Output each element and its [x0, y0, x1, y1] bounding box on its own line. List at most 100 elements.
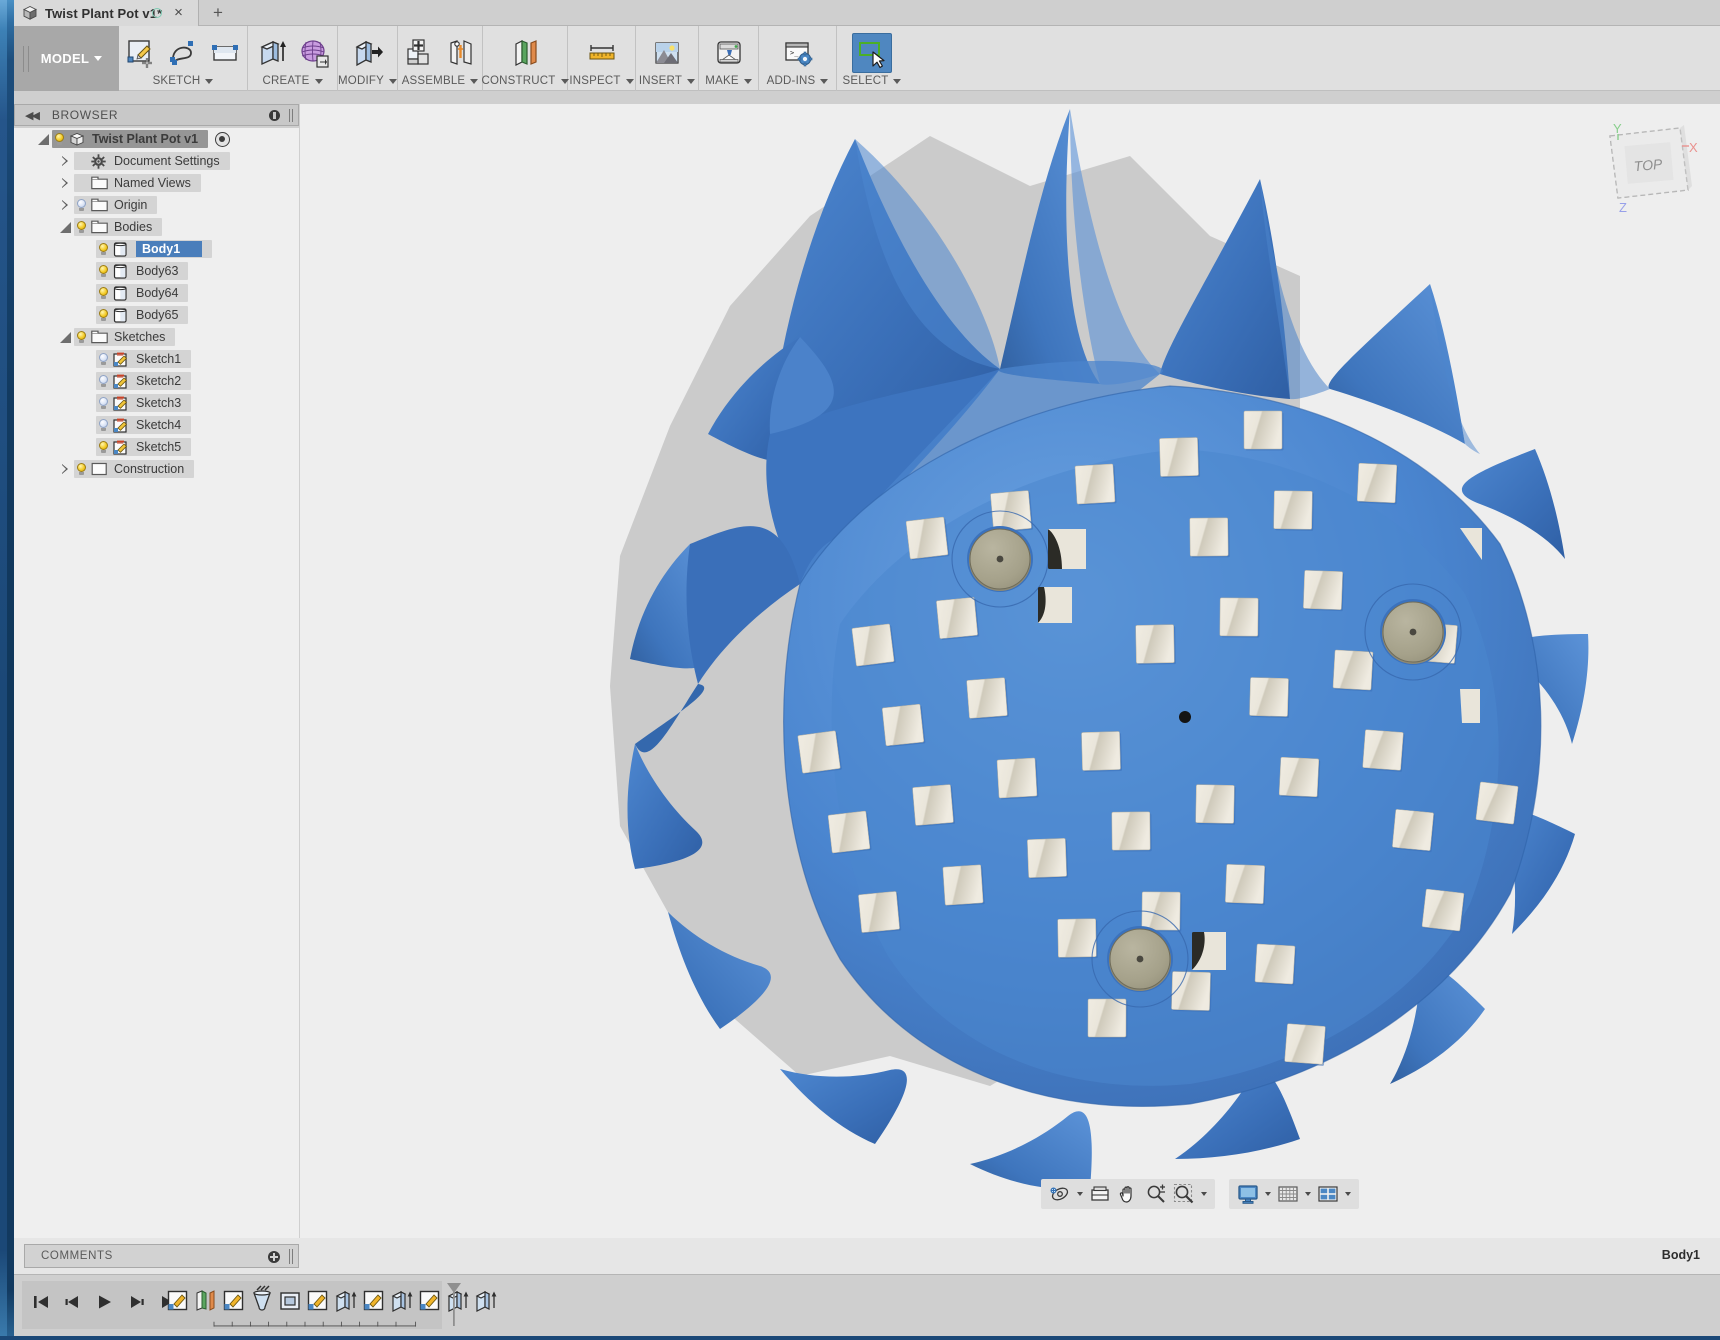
component-activate-radio[interactable] — [215, 131, 231, 147]
ribbon-group-label-modify[interactable]: MODIFY — [338, 73, 397, 89]
look-at-icon[interactable] — [1086, 1180, 1114, 1208]
panel-resize-handle[interactable] — [289, 109, 293, 122]
tree-item-sketch3[interactable]: Sketch3 — [14, 392, 299, 414]
ribbon-group-label-create[interactable]: CREATE — [263, 73, 323, 89]
sketch-feature-icon[interactable] — [166, 1289, 190, 1315]
step-back-icon[interactable] — [60, 1289, 86, 1315]
tree-item-sketch1[interactable]: Sketch1 — [14, 348, 299, 370]
sketch-feature-icon[interactable] — [306, 1289, 330, 1315]
browser-collapse-icon[interactable] — [269, 110, 280, 121]
ribbon-group-label-select[interactable]: SELECT — [843, 73, 902, 89]
chevron-down-icon[interactable] — [1201, 1192, 1207, 1196]
unsaved-indicator-icon[interactable] — [152, 8, 162, 18]
visibility-bulb-icon[interactable] — [74, 198, 89, 213]
loft-feature-icon[interactable] — [250, 1285, 274, 1315]
tree-item-twist-plant-pot-v1[interactable]: Twist Plant Pot v1 — [14, 128, 299, 150]
tree-item-chip[interactable]: Sketch5 — [96, 438, 192, 456]
new-component-icon[interactable] — [399, 33, 439, 73]
ribbon-group-label-addins[interactable]: ADD-INS — [767, 73, 829, 89]
tree-item-chip[interactable]: Bodies — [74, 218, 163, 236]
extrude-feature-icon[interactable] — [474, 1289, 498, 1315]
visibility-bulb-icon[interactable] — [96, 440, 111, 455]
visibility-bulb-icon[interactable] — [96, 418, 111, 433]
chevron-down-icon[interactable] — [1305, 1192, 1311, 1196]
tree-item-body64[interactable]: Body64 — [14, 282, 299, 304]
3d-viewport[interactable]: TOP Y X Z — [300, 104, 1720, 1238]
expand-arrow-icon[interactable] — [58, 175, 74, 191]
expand-arrow-icon[interactable] — [58, 197, 74, 213]
tree-item-chip[interactable]: Sketch3 — [96, 394, 192, 412]
create-sketch-icon[interactable] — [121, 33, 161, 73]
tree-item-chip[interactable]: Body64 — [96, 284, 189, 302]
visibility-bulb-icon[interactable] — [96, 374, 111, 389]
tree-item-origin[interactable]: Origin — [14, 194, 299, 216]
tree-item-body63[interactable]: Body63 — [14, 260, 299, 282]
grid-snaps-icon[interactable] — [1274, 1180, 1302, 1208]
expand-arrow-icon[interactable] — [58, 461, 74, 477]
visibility-bulb-icon[interactable] — [96, 308, 111, 323]
measure-icon[interactable] — [582, 33, 622, 73]
visibility-bulb-icon[interactable] — [96, 264, 111, 279]
close-tab-icon[interactable]: × — [171, 5, 186, 20]
plus-circle-icon[interactable] — [268, 1251, 280, 1263]
tree-item-chip[interactable]: Construction — [74, 460, 195, 478]
new-tab-button[interactable]: + — [206, 2, 230, 24]
view-cube[interactable]: TOP Y X Z — [1592, 112, 1702, 217]
tree-item-chip[interactable]: Body1 — [96, 240, 213, 258]
tree-item-named-views[interactable]: Named Views — [14, 172, 299, 194]
offset-plane-icon[interactable] — [505, 33, 545, 73]
tree-item-chip[interactable]: Origin — [74, 196, 158, 214]
tree-item-chip[interactable]: Sketch4 — [96, 416, 192, 434]
pan-hand-icon[interactable] — [1114, 1180, 1142, 1208]
tree-item-chip[interactable]: Twist Plant Pot v1 — [52, 130, 209, 148]
tree-item-sketch5[interactable]: Sketch5 — [14, 436, 299, 458]
double-left-arrow-icon[interactable]: ◀◀ — [25, 109, 40, 122]
shell-feature-icon[interactable] — [278, 1289, 302, 1315]
joint-icon[interactable] — [441, 33, 481, 73]
tree-item-construction[interactable]: Construction — [14, 458, 299, 480]
step-forward-icon[interactable] — [124, 1289, 150, 1315]
visibility-bulb-icon[interactable] — [74, 220, 89, 235]
select-window-icon[interactable] — [852, 33, 892, 73]
tree-item-chip[interactable]: Sketch2 — [96, 372, 192, 390]
tree-item-chip[interactable]: Body63 — [96, 262, 189, 280]
workspace-switcher[interactable]: MODEL — [14, 26, 119, 91]
orbit-icon[interactable] — [1046, 1180, 1074, 1208]
extrude-feature-icon[interactable] — [390, 1289, 414, 1315]
ribbon-group-label-assemble[interactable]: ASSEMBLE — [402, 73, 479, 89]
tree-item-sketches[interactable]: Sketches — [14, 326, 299, 348]
tree-item-chip[interactable]: Named Views — [74, 174, 201, 192]
display-settings-icon[interactable] — [1234, 1180, 1262, 1208]
tree-item-chip[interactable]: Sketches — [74, 328, 176, 346]
extrude-feature-icon[interactable] — [334, 1289, 358, 1315]
ribbon-group-label-make[interactable]: MAKE — [705, 73, 752, 89]
tree-item-document-settings[interactable]: Document Settings — [14, 150, 299, 172]
spline-icon[interactable] — [163, 33, 203, 73]
tree-item-chip[interactable]: Sketch1 — [96, 350, 192, 368]
sketch-feature-icon[interactable] — [418, 1289, 442, 1315]
collapse-arrow-icon[interactable] — [58, 329, 74, 345]
sketch-feature-icon[interactable] — [362, 1289, 386, 1315]
panel-resize-handle[interactable] — [289, 1249, 293, 1264]
visibility-bulb-icon[interactable] — [96, 352, 111, 367]
visibility-bulb-icon[interactable] — [52, 132, 67, 147]
3d-print-icon[interactable] — [709, 33, 749, 73]
collapse-arrow-icon[interactable] — [36, 131, 52, 147]
create-form-icon[interactable] — [294, 33, 334, 73]
sketch-feature-icon[interactable] — [222, 1289, 246, 1315]
visibility-bulb-icon[interactable] — [74, 462, 89, 477]
expand-arrow-icon[interactable] — [58, 153, 74, 169]
visibility-bulb-icon[interactable] — [74, 330, 89, 345]
ribbon-group-label-sketch[interactable]: SKETCH — [153, 73, 214, 89]
ribbon-group-label-construct[interactable]: CONSTRUCT — [482, 73, 569, 89]
rectangle-icon[interactable] — [205, 33, 245, 73]
extrude-icon[interactable] — [252, 33, 292, 73]
zoom-window-icon[interactable] — [1170, 1180, 1198, 1208]
chevron-down-icon[interactable] — [1077, 1192, 1083, 1196]
document-tab[interactable]: Twist Plant Pot v1* × — [14, 0, 199, 26]
tree-item-body65[interactable]: Body65 — [14, 304, 299, 326]
ribbon-group-label-inspect[interactable]: INSPECT — [569, 73, 634, 89]
insert-image-icon[interactable] — [647, 33, 687, 73]
ribbon-group-label-insert[interactable]: INSERT — [639, 73, 696, 89]
visibility-bulb-icon[interactable] — [96, 396, 111, 411]
